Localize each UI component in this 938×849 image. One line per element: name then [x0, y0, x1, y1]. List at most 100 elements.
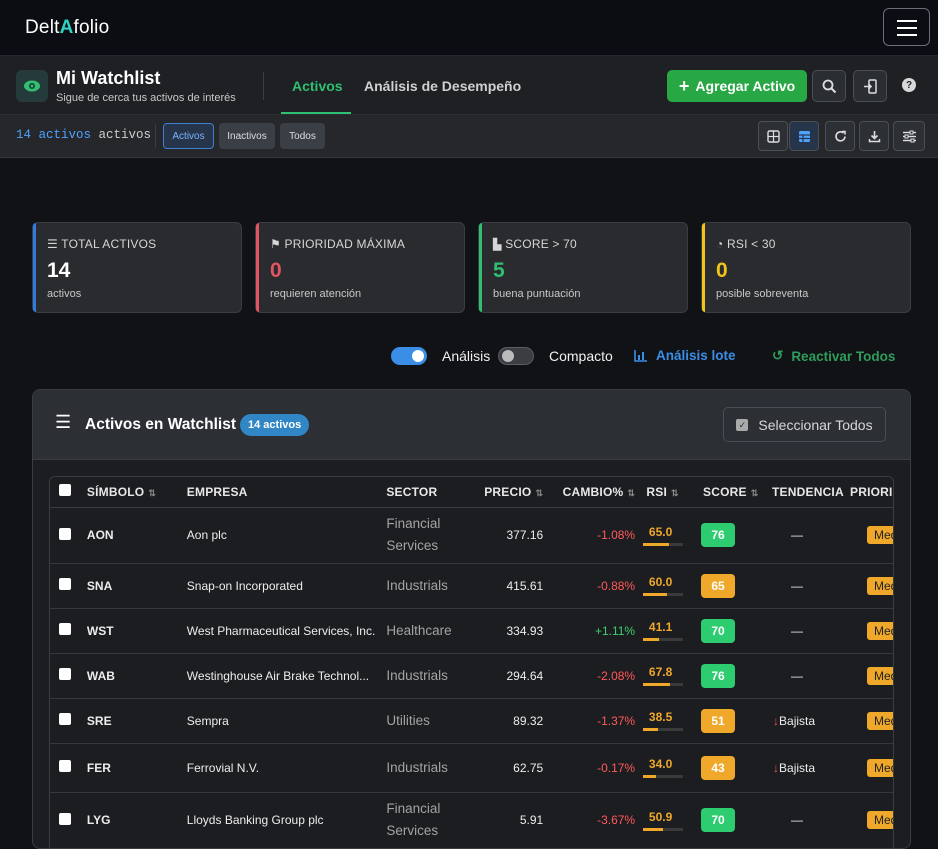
- price-cell: 294.64: [462, 653, 544, 699]
- row-checkbox-cell: [50, 563, 87, 609]
- row-checkbox[interactable]: [59, 713, 71, 725]
- list-icon: ☰: [47, 237, 58, 251]
- asset-count-suffix: activos: [91, 128, 152, 142]
- header-price[interactable]: PRECIO ⇅: [462, 477, 544, 508]
- rsi-value: 34.0: [648, 757, 673, 771]
- rsi-value: 67.8: [648, 665, 673, 679]
- priority-badge[interactable]: Media: [867, 811, 893, 829]
- row-checkbox[interactable]: [59, 578, 71, 590]
- header-checkbox-cell: [50, 477, 87, 508]
- score-badge: 70: [701, 618, 736, 643]
- symbol-cell[interactable]: FER: [86, 743, 187, 793]
- symbol-cell[interactable]: SRE: [86, 698, 187, 744]
- card-label-text: RSI < 30: [727, 237, 776, 251]
- header-symbol-label: SÍMBOLO: [86, 484, 145, 499]
- panel-title: Activos en Watchlist: [85, 416, 237, 433]
- tab-analisis-desempeno[interactable]: Análisis de Desempeño: [364, 78, 521, 94]
- compact-toggle[interactable]: [498, 347, 534, 365]
- search-button[interactable]: [812, 70, 846, 102]
- rsi-bar: [642, 542, 683, 546]
- table-row[interactable]: WAB Westinghouse Air Brake Technol... In…: [50, 653, 893, 699]
- toggle-knob: [412, 350, 424, 362]
- table-row[interactable]: SNA Snap-on Incorporated Industrials 415…: [50, 563, 893, 609]
- trend-cell: —: [762, 653, 850, 699]
- page-subtitle: Sigue de cerca tus activos de interés: [56, 92, 236, 104]
- reactivate-all-label: Reactivar Todos: [791, 348, 896, 364]
- card-desc: buena puntuación: [493, 288, 581, 300]
- change-cell: -1.08%: [543, 507, 636, 564]
- row-checkbox[interactable]: [59, 668, 71, 680]
- priority-badge[interactable]: Media: [867, 758, 893, 777]
- priority-cell: Media: [850, 698, 893, 744]
- plus-icon: +: [678, 76, 690, 96]
- symbol-cell[interactable]: AON: [86, 507, 187, 564]
- header-score-label: SCORE: [703, 484, 747, 499]
- grid-view-button[interactable]: [758, 121, 788, 151]
- filter-inactivos-button[interactable]: Inactivos: [219, 123, 275, 149]
- card-value: 0: [270, 259, 282, 282]
- rsi-cell: 65.0: [635, 507, 691, 564]
- trend-value: —: [791, 668, 804, 683]
- help-icon[interactable]: ?: [902, 78, 916, 92]
- table-row[interactable]: FER Ferrovial N.V. Industrials 62.75 -0.…: [50, 743, 893, 793]
- sector-cell: Utilities: [386, 698, 463, 744]
- select-all-checkbox[interactable]: [59, 484, 71, 497]
- table-row[interactable]: WST West Pharmaceutical Services, Inc. H…: [50, 608, 893, 654]
- panel-count-badge: 14 activos: [240, 414, 310, 436]
- symbol-cell[interactable]: SNA: [86, 563, 187, 609]
- row-checkbox-cell: [50, 608, 87, 654]
- row-checkbox[interactable]: [59, 760, 71, 772]
- refresh-button[interactable]: [825, 121, 855, 151]
- add-asset-button[interactable]: + Agregar Activo: [667, 70, 807, 102]
- row-checkbox[interactable]: [59, 527, 71, 540]
- header-score[interactable]: SCORE ⇅: [690, 477, 763, 508]
- checkbox-icon: ✓: [736, 418, 749, 431]
- batch-analysis-button[interactable]: Análisis lote: [634, 348, 736, 363]
- header-rsi[interactable]: RSI ⇅: [635, 477, 691, 508]
- refresh-icon: [834, 130, 846, 142]
- card-accent: [256, 223, 259, 312]
- reactivate-all-button[interactable]: ↺ Reactivar Todos: [772, 348, 895, 364]
- priority-badge[interactable]: Media: [867, 711, 893, 730]
- card-value: 14: [47, 259, 71, 282]
- table-view-button[interactable]: [789, 121, 819, 151]
- priority-badge[interactable]: Media: [867, 576, 893, 595]
- settings-sliders-button[interactable]: [893, 121, 925, 151]
- rsi-bar-fill: [642, 775, 657, 778]
- symbol-cell[interactable]: WAB: [86, 653, 187, 699]
- priority-badge[interactable]: Media: [867, 666, 893, 685]
- symbol-cell[interactable]: LYG: [86, 792, 187, 848]
- list-icon: ☰: [55, 412, 72, 432]
- row-checkbox[interactable]: [59, 812, 71, 825]
- priority-badge[interactable]: Media: [867, 621, 893, 640]
- header-symbol[interactable]: SÍMBOLO ⇅: [86, 477, 187, 508]
- rsi-value: 41.1: [648, 620, 673, 634]
- filter-activos-button[interactable]: Activos: [163, 123, 214, 149]
- symbol-cell[interactable]: WST: [86, 608, 187, 654]
- tab-activos[interactable]: Activos: [292, 78, 343, 94]
- company-cell: Snap-on Incorporated: [186, 563, 387, 609]
- row-checkbox[interactable]: [59, 623, 71, 635]
- import-button[interactable]: [853, 70, 887, 102]
- brand-logo[interactable]: DeltAfolio: [25, 17, 109, 39]
- table-row[interactable]: AON Aon plc Financial Services 377.16 -1…: [50, 507, 893, 564]
- download-button[interactable]: [859, 121, 889, 151]
- table-row[interactable]: SRE Sempra Utilities 89.32 -1.37% 38.5 5…: [50, 698, 893, 744]
- header-change[interactable]: CAMBIO% ⇅: [543, 477, 636, 508]
- rsi-cell: 67.8: [635, 653, 691, 699]
- batch-analysis-label: Análisis lote: [656, 348, 736, 363]
- hamburger-icon: [897, 34, 917, 36]
- menu-toggle-button[interactable]: [883, 8, 930, 46]
- select-all-button[interactable]: ✓ Seleccionar Todos: [723, 407, 886, 442]
- trend-cell: —: [762, 608, 850, 654]
- priority-badge[interactable]: Media: [867, 526, 893, 544]
- card-label: ⚑ PRIORIDAD MÁXIMA: [270, 237, 405, 251]
- table-row[interactable]: LYG Lloyds Banking Group plc Financial S…: [50, 792, 893, 848]
- sector-cell: Industrials: [386, 563, 463, 609]
- priority-cell: Media: [850, 563, 893, 609]
- score-cell: 70: [690, 608, 763, 654]
- header-sector: SECTOR: [386, 477, 463, 508]
- analysis-toggle[interactable]: [391, 347, 427, 365]
- stat-card-score: ▙ SCORE > 70 5 buena puntuación: [478, 222, 688, 313]
- filter-todos-button[interactable]: Todos: [280, 123, 325, 149]
